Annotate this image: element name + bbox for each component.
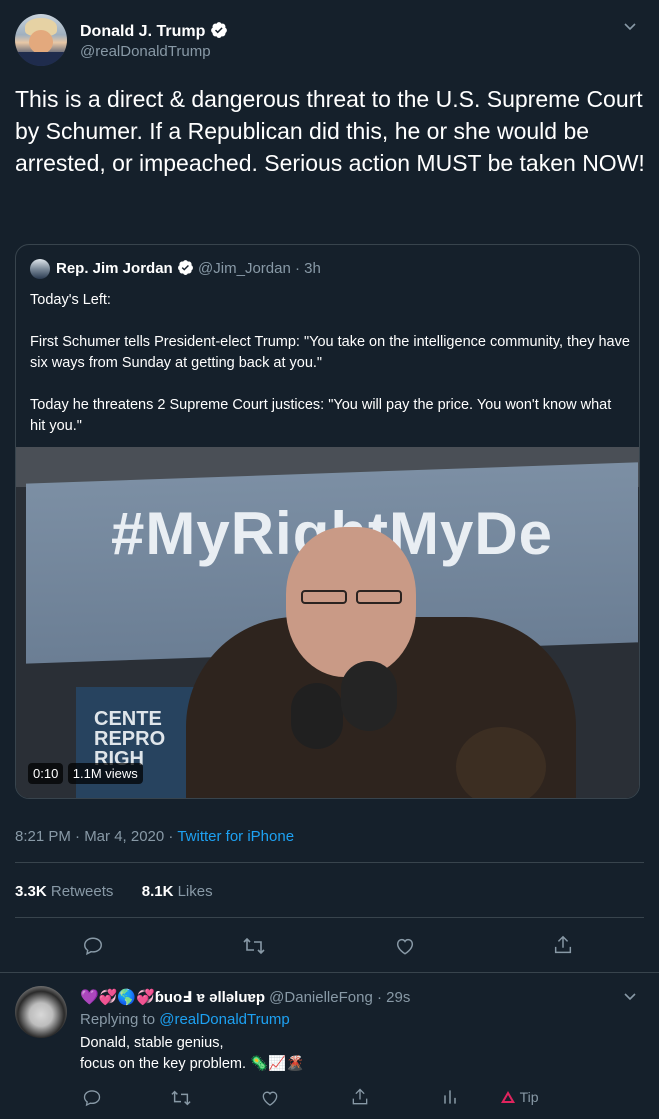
reply-author-avatar[interactable]	[15, 986, 67, 1038]
video-duration: 0:10	[28, 763, 64, 784]
divider	[0, 972, 659, 973]
reply-author-handle: @DanielleFong	[269, 989, 373, 1006]
video-sign-text-1: CENTE	[94, 708, 162, 730]
reply-line-2: focus on the key problem.	[80, 1056, 247, 1072]
quoted-tweet-text: Today's Left: First Schumer tells Presid…	[30, 290, 630, 437]
quoted-line-2: First Schumer tells President-elect Trum…	[30, 334, 630, 371]
reply-more-chevron-icon[interactable]	[622, 988, 638, 1004]
quoted-author-row: Rep. Jim Jordan @Jim_Jordan · 3h	[56, 259, 321, 277]
author-avatar[interactable]	[15, 14, 67, 66]
reply-retweet-icon[interactable]	[170, 1088, 192, 1108]
reply-line-2-emoji: 🦠📈🌋	[250, 1056, 305, 1072]
tweet-source[interactable]: Twitter for iPhone	[177, 828, 294, 845]
divider	[15, 862, 644, 863]
author-handle[interactable]: @realDonaldTrump	[80, 43, 211, 60]
likes-stat[interactable]: 8.1K Likes	[142, 883, 213, 900]
tweet-stats: 3.3K Retweets 8.1K Likes	[15, 883, 213, 900]
reply-icon[interactable]	[82, 935, 104, 957]
verified-badge-icon	[210, 22, 227, 38]
tweet-text: This is a direct & dangerous threat to t…	[15, 86, 645, 176]
replying-to-row: Replying to @realDonaldTrump	[80, 1011, 290, 1028]
microphone	[341, 661, 397, 731]
quoted-tweet-card[interactable]: Rep. Jim Jordan @Jim_Jordan · 3h Today's…	[15, 244, 640, 799]
author-name[interactable]: Donald J. Trump	[80, 23, 205, 40]
replying-to-prefix: Replying to	[80, 1011, 160, 1028]
like-heart-icon[interactable]	[394, 935, 416, 957]
retweets-label: Retweets	[50, 883, 114, 900]
more-options-chevron-icon[interactable]	[622, 18, 638, 34]
reply-author-emoji: 💜💞🌎💞	[80, 989, 155, 1006]
divider	[15, 917, 644, 918]
tweet-time[interactable]: 8:21 PM · Mar 4, 2020 ·	[15, 828, 177, 845]
reply-author-name: ɓuoℲ ɐ ǝllǝluɐp	[154, 989, 265, 1006]
quoted-tweet-age: · 3h	[294, 260, 321, 277]
quoted-author-name: Rep. Jim Jordan	[56, 260, 173, 277]
likes-count: 8.1K	[141, 883, 174, 900]
likes-label: Likes	[177, 883, 213, 900]
author-name-row[interactable]: Donald J. Trump	[80, 21, 228, 41]
retweet-icon[interactable]	[242, 935, 266, 957]
video-views: 1.1M views	[67, 763, 143, 784]
reply-author-row[interactable]: 💜💞🌎💞ɓuoℲ ɐ ǝllǝluɐp @DanielleFong · 29s	[80, 988, 410, 1006]
tweet-timestamp-row: 8:21 PM · Mar 4, 2020 · Twitter for iPho…	[15, 828, 294, 845]
reply-share-icon[interactable]	[350, 1087, 370, 1107]
retweets-stat[interactable]: 3.3K Retweets	[15, 883, 113, 900]
retweets-count: 3.3K	[15, 883, 47, 900]
reply-like-heart-icon[interactable]	[260, 1088, 280, 1108]
reply-line-1: Donald, stable genius,	[80, 1035, 224, 1051]
quoted-video[interactable]: #MyRightMyDe CENTE REPRO RIGH 0:10 1.1M …	[16, 447, 639, 798]
video-sign-text-2: REPRO	[94, 728, 166, 750]
quoted-line-3: Today he threatens 2 Supreme Court justi…	[30, 397, 612, 434]
quoted-line-1: Today's Left:	[30, 292, 111, 308]
verified-badge-icon	[177, 260, 193, 275]
replying-to-link[interactable]: @realDonaldTrump	[159, 1011, 290, 1028]
reply-reply-icon[interactable]	[82, 1088, 102, 1108]
tip-icon	[501, 1091, 515, 1103]
reply-age: · 29s	[376, 989, 411, 1006]
quoted-author-avatar	[30, 259, 50, 279]
tip-button[interactable]: Tip	[500, 1089, 539, 1105]
tip-label: Tip	[519, 1089, 539, 1105]
share-icon[interactable]	[552, 934, 574, 956]
analytics-icon[interactable]	[440, 1087, 460, 1107]
reply-text: Donald, stable genius, focus on the key …	[80, 1033, 304, 1075]
quoted-author-handle: @Jim_Jordan	[198, 260, 291, 277]
microphone	[291, 683, 343, 749]
